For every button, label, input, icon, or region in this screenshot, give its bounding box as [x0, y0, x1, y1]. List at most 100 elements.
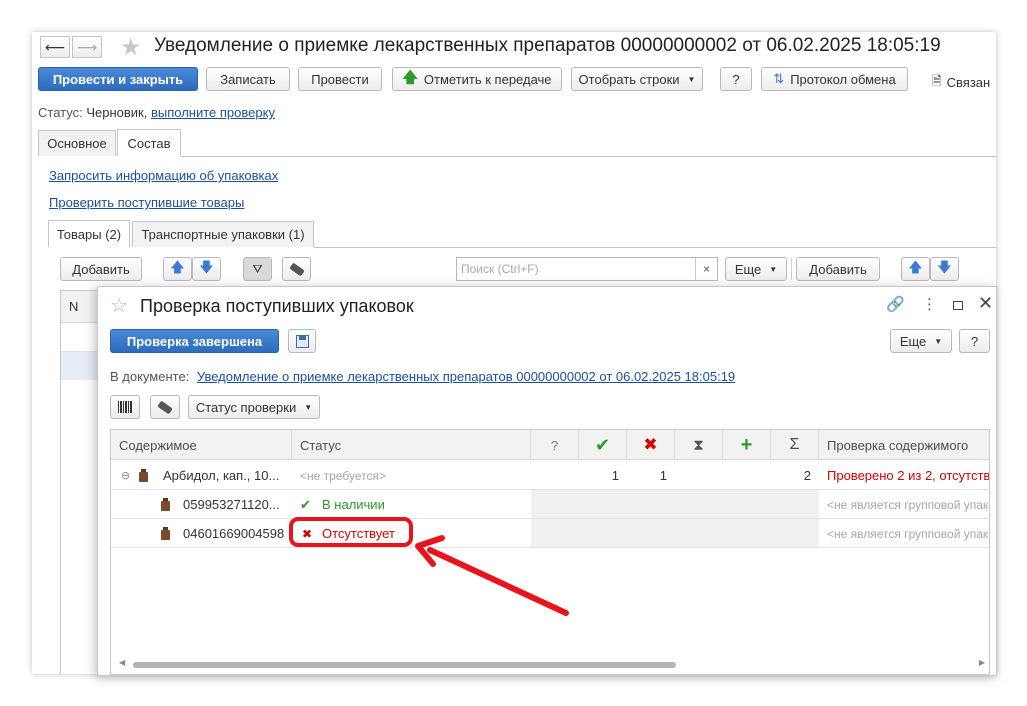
column-header-n: N [61, 291, 100, 323]
close-icon[interactable]: ✕ [978, 293, 993, 314]
tab-transport-packages[interactable]: Транспортные упаковки (1) [132, 221, 314, 247]
subtab-divider [314, 247, 996, 248]
dialog-more-button[interactable]: Еще ▼ [890, 329, 952, 353]
move-up-button-2[interactable]: 🡅 [901, 257, 930, 281]
check-packages-dialog: ☆ Проверка поступивших упаковок 🔗 ⋮ ✕ Пр… [97, 286, 997, 676]
post-and-close-button[interactable]: Провести и закрыть [38, 67, 198, 91]
column-header-content[interactable]: Содержимое [111, 430, 292, 460]
disabled-counts-area [531, 519, 819, 547]
dialog-title: Проверка поступивших упаковок [140, 296, 414, 316]
add-goods-button-2[interactable]: Добавить [796, 257, 880, 281]
scroll-left-icon[interactable]: ◀ [119, 658, 125, 667]
column-header-status[interactable]: Статус [292, 430, 531, 460]
column-header-unknown[interactable]: ? [531, 430, 579, 460]
collapse-toggle-icon[interactable]: ⊖ [121, 461, 133, 490]
column-header-content-check[interactable]: Проверка содержимого [819, 430, 989, 460]
clear-search-icon[interactable]: × [695, 258, 717, 280]
present-count: 1 [611, 468, 619, 483]
dialog-help-button[interactable]: ? [959, 329, 990, 353]
status-present-icon: ✔ [300, 496, 311, 512]
check-received-goods-link[interactable]: Проверить поступившие товары [49, 195, 244, 210]
status-cell: <не требуется> [300, 468, 386, 483]
content-check-cell: Проверено 2 из 2, отсутствует [827, 468, 990, 483]
filter-button[interactable]: ⛛ [243, 257, 272, 281]
highlight-annotation [289, 517, 413, 547]
content-check-cell: <не является групповой упаковкой> [827, 497, 989, 512]
scanner-button[interactable] [150, 395, 180, 419]
dropdown-caret-icon: ▼ [687, 74, 696, 84]
arrow-up-green-icon: 🡅 [402, 68, 418, 86]
move-up-button[interactable]: 🡅 [163, 257, 192, 281]
content-check-cell: <не является групповой упаковкой> [827, 526, 989, 541]
window-title: Уведомление о приемке лекарственных преп… [154, 35, 941, 56]
forward-button[interactable]: ⟶ [72, 36, 102, 58]
document-icon: 🗎 [932, 74, 942, 88]
barcode-icon [118, 401, 132, 413]
exchange-log-button[interactable]: ⇅ Протокол обмена [761, 67, 908, 91]
select-rows-button[interactable]: Отобрать строки ▼ [571, 67, 703, 91]
tab-divider [181, 156, 996, 157]
column-header-sum[interactable]: Σ [771, 430, 819, 460]
column-header-added[interactable]: + [723, 430, 771, 460]
horizontal-scrollbar[interactable]: ◀ ▶ [119, 658, 985, 670]
table-row-group[interactable]: ⊖ Арбидол, кап., 10... <не требуется> 1 … [111, 461, 989, 490]
content-cell: Арбидол, кап., 10... [163, 468, 280, 483]
disabled-counts-area [531, 490, 819, 518]
favorite-star-icon[interactable]: ★ [120, 33, 142, 62]
status-line: Статус: Черновик, выполните проверку [38, 105, 275, 120]
favorite-star-icon[interactable]: ☆ [110, 293, 128, 318]
table-row [61, 323, 100, 352]
add-goods-button[interactable]: Добавить [60, 257, 142, 281]
post-button[interactable]: Провести [298, 67, 382, 91]
medicine-bottle-icon [161, 527, 170, 540]
filter-icon: ⛛ [252, 261, 263, 276]
barcode-scan-button[interactable] [110, 395, 140, 419]
checkmark-icon: ✔ [594, 434, 611, 455]
move-down-button[interactable]: 🡇 [192, 257, 221, 281]
table-row[interactable]: 059953271120... ✔ В наличии <не является… [111, 490, 989, 519]
link-icon[interactable]: 🔗 [886, 295, 905, 313]
medicine-bottle-icon [139, 469, 148, 482]
table-row-selected[interactable] [61, 352, 100, 380]
missing-count: 1 [659, 468, 667, 483]
hourglass-icon: ⧗ [693, 436, 704, 454]
tab-main[interactable]: Основное [38, 130, 116, 156]
search-input[interactable]: Поиск (Ctrl+F) × [456, 257, 718, 281]
table-row[interactable]: 04601669004598 ✖ Отсутствует <не являетс… [111, 519, 989, 548]
scanner-icon [157, 400, 173, 414]
maximize-icon[interactable] [953, 301, 963, 310]
grid-header: Содержимое Статус ? ✔ ✖ ⧗ + Σ Проверка с… [111, 430, 989, 460]
menu-icon[interactable]: ⋮ [922, 295, 937, 313]
mark-for-transfer-button[interactable]: 🡅 Отметить к передаче [392, 67, 562, 91]
column-header-missing[interactable]: ✖ [627, 430, 675, 460]
content-cell: 04601669004598 [183, 526, 285, 541]
medicine-bottle-icon [161, 498, 170, 511]
move-down-button-2[interactable]: 🡇 [930, 257, 959, 281]
plus-icon: + [740, 433, 753, 456]
check-complete-button[interactable]: Проверка завершена [110, 329, 279, 353]
content-cell: 059953271120... [183, 497, 280, 512]
scanner-button[interactable] [282, 257, 311, 281]
save-button[interactable]: Записать [206, 67, 290, 91]
scrollbar-thumb[interactable] [133, 662, 676, 668]
related-docs-button[interactable]: 🗎 Связан [932, 72, 990, 93]
scanner-icon [288, 262, 305, 276]
document-reference: В документе: Уведомление о приемке лекар… [110, 369, 736, 384]
help-button[interactable]: ? [720, 67, 752, 91]
tab-goods[interactable]: Товары (2) [48, 220, 130, 247]
back-button[interactable]: ⟵ [40, 36, 70, 58]
scroll-right-icon[interactable]: ▶ [979, 658, 985, 667]
floppy-disk-icon [295, 334, 309, 348]
run-check-link[interactable]: выполните проверку [151, 105, 275, 120]
save-icon-button[interactable] [288, 329, 316, 353]
request-package-info-link[interactable]: Запросить информацию об упаковках [49, 168, 278, 183]
cross-icon: ✖ [643, 435, 658, 454]
goods-table: N [60, 290, 100, 674]
toolbar-separator [791, 258, 792, 280]
tab-composition[interactable]: Состав [117, 129, 181, 156]
more-button[interactable]: Еще ▼ [725, 257, 787, 281]
document-link[interactable]: Уведомление о приемке лекарственных преп… [197, 369, 735, 384]
column-header-pending[interactable]: ⧗ [675, 430, 723, 460]
column-header-present[interactable]: ✔ [579, 430, 627, 460]
check-status-filter[interactable]: Статус проверки ▼ [188, 395, 320, 419]
